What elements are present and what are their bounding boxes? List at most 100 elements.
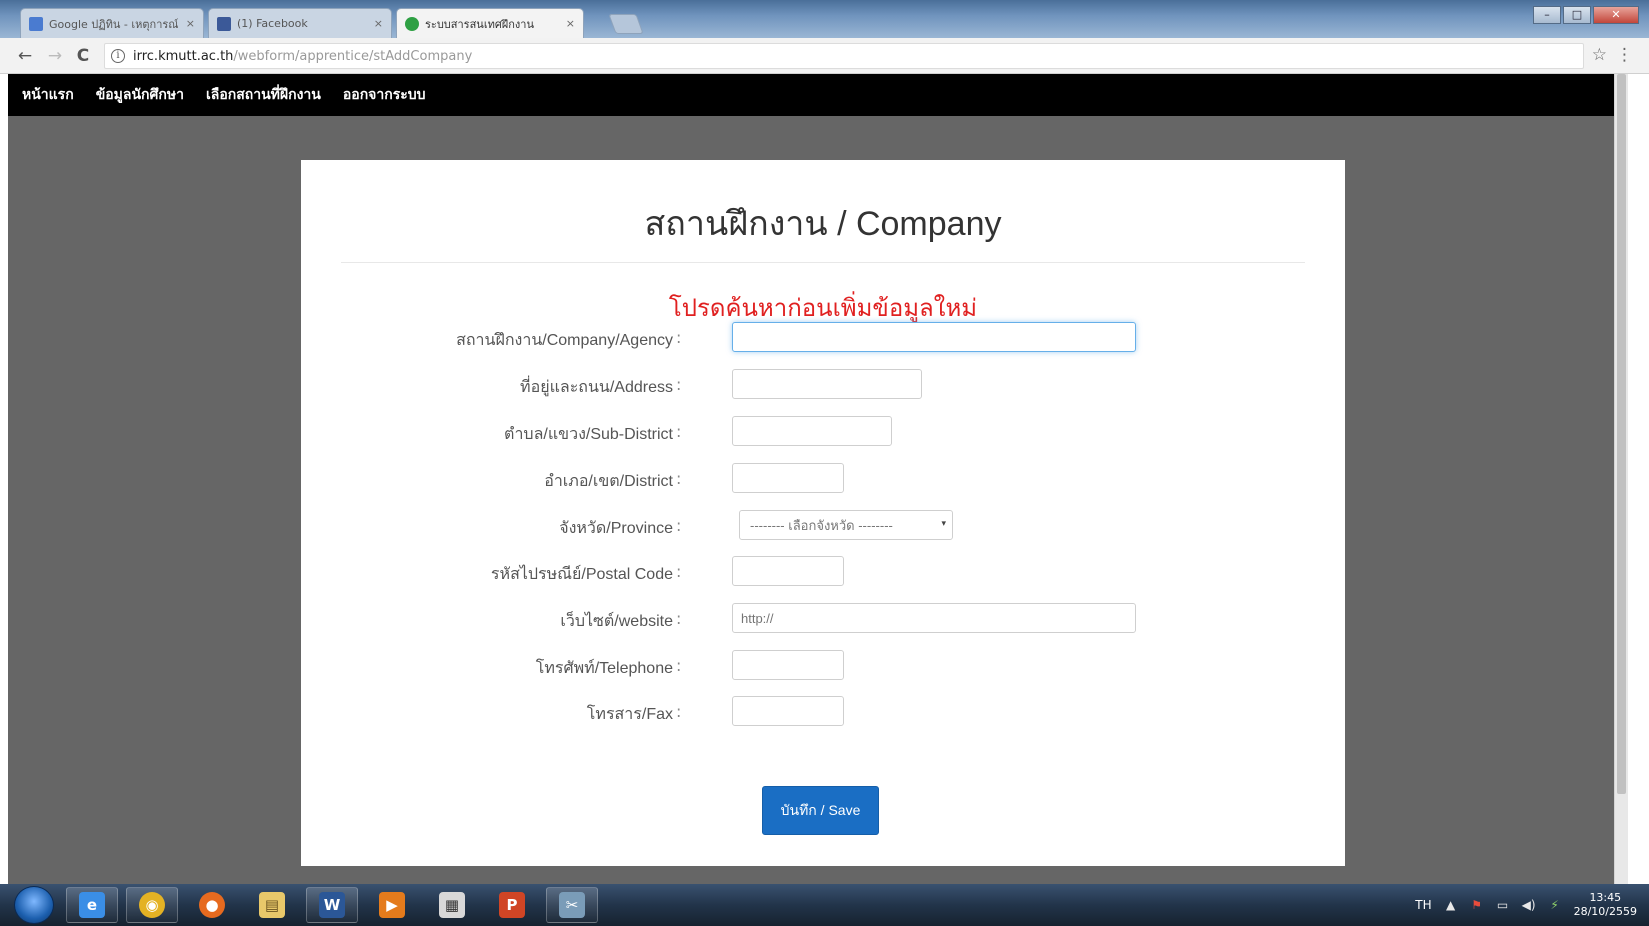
nav-logout-link[interactable]: ออกจากระบบ bbox=[343, 84, 426, 106]
form-row-telephone: โทรศัพท์/Telephone : bbox=[301, 650, 1345, 682]
company-input[interactable] bbox=[732, 322, 1136, 352]
province-label: จังหวัด/Province bbox=[559, 520, 673, 537]
scrollbar-thumb[interactable] bbox=[1617, 74, 1626, 794]
form-row-company: สถานฝึกงาน/Company/Agency : bbox=[301, 322, 1345, 354]
clock[interactable]: 13:45 28/10/2559 bbox=[1574, 891, 1637, 919]
colon: : bbox=[676, 609, 682, 628]
subdistrict-label: ตำบล/แขวง/Sub-District bbox=[504, 426, 673, 443]
tray-expand-icon[interactable]: ▲ bbox=[1444, 898, 1458, 912]
browser-tabstrip: Google ปฏิทิน - เหตุการณ์ × (1) Facebook… bbox=[0, 0, 1649, 38]
colon: : bbox=[676, 375, 682, 394]
folder-icon: ▤ bbox=[259, 892, 285, 918]
fax-input[interactable] bbox=[732, 696, 844, 726]
system-tray: TH ▲ ⚑ ▭ ◀) ⚡ 13:45 28/10/2559 bbox=[1415, 884, 1637, 926]
snipping-tool-icon: ✂ bbox=[559, 892, 585, 918]
media-player-icon: ▶ bbox=[379, 892, 405, 918]
site-navbar: หน้าแรก ข้อมูลนักศึกษา เลือกสถานที่ฝึกงา… bbox=[8, 74, 1628, 116]
form-row-subdistrict: ตำบล/แขวง/Sub-District : bbox=[301, 416, 1345, 448]
address-label: ที่อยู่และถนน/Address bbox=[520, 379, 673, 396]
browser-toolbar: ← → C i irrc.kmutt.ac.th /webform/appren… bbox=[0, 38, 1649, 74]
action-center-flag-icon[interactable]: ⚑ bbox=[1470, 898, 1484, 912]
taskbar-chrome[interactable]: ◉ bbox=[126, 887, 178, 923]
tab-close-icon[interactable]: × bbox=[374, 17, 383, 30]
taskbar: e ◉ ● ▤ W ▶ ▦ P ✂ TH ▲ ⚑ ▭ ◀) ⚡ 13:45 28… bbox=[0, 884, 1649, 926]
form-row-address: ที่อยู่และถนน/Address : bbox=[301, 369, 1345, 401]
tab-label: ระบบสารสนเทศฝึกงาน bbox=[425, 17, 534, 31]
telephone-input[interactable] bbox=[732, 650, 844, 680]
form-row-postal-code: รหัสไปรษณีย์/Postal Code : bbox=[301, 556, 1345, 588]
word-icon: W bbox=[319, 892, 345, 918]
taskbar-snipping-tool[interactable]: ✂ bbox=[546, 887, 598, 923]
page-scrollbar[interactable] bbox=[1614, 74, 1628, 884]
district-label: อำเภอ/เขต/District bbox=[544, 473, 673, 490]
calculator-icon: ▦ bbox=[439, 892, 465, 918]
province-select[interactable]: -------- เลือกจังหวัด -------- ▾ bbox=[739, 510, 953, 540]
nav-select-company-link[interactable]: เลือกสถานที่ฝึกงาน bbox=[206, 84, 321, 106]
tab-close-icon[interactable]: × bbox=[186, 17, 195, 30]
website-label: เว็บไซต์/website bbox=[560, 613, 673, 630]
browser-tab-calendar[interactable]: Google ปฏิทิน - เหตุการณ์ × bbox=[20, 8, 204, 38]
web-page: หน้าแรก ข้อมูลนักศึกษา เลือกสถานที่ฝึกงา… bbox=[8, 74, 1628, 884]
taskbar-firefox[interactable]: ● bbox=[186, 887, 238, 923]
browser-tab-active[interactable]: ระบบสารสนเทศฝึกงาน × bbox=[396, 8, 584, 38]
company-form-card: สถานฝึกงาน / Company โปรดค้นหาก่อนเพิ่มข… bbox=[301, 160, 1345, 866]
colon: : bbox=[676, 656, 682, 675]
colon: : bbox=[676, 702, 682, 721]
telephone-label: โทรศัพท์/Telephone bbox=[535, 660, 673, 677]
save-button[interactable]: บันทึก / Save bbox=[762, 786, 879, 835]
chevron-down-icon: ▾ bbox=[941, 518, 946, 528]
colon: : bbox=[676, 328, 682, 347]
page-title: สถานฝึกงาน / Company bbox=[644, 205, 1002, 243]
start-button[interactable] bbox=[14, 886, 54, 924]
address-bar[interactable]: i irrc.kmutt.ac.th /webform/apprentice/s… bbox=[104, 43, 1584, 69]
back-arrow-icon[interactable]: ← bbox=[14, 46, 36, 66]
powerpoint-icon: P bbox=[499, 892, 525, 918]
form-row-district: อำเภอ/เขต/District : bbox=[301, 463, 1345, 495]
forward-arrow-icon[interactable]: → bbox=[44, 46, 66, 66]
taskbar-calculator[interactable]: ▦ bbox=[426, 887, 478, 923]
info-icon[interactable]: i bbox=[111, 49, 125, 63]
postal-code-input[interactable] bbox=[732, 556, 844, 586]
fax-label: โทรสาร/Fax bbox=[586, 706, 673, 723]
screen: Google ปฏิทิน - เหตุการณ์ × (1) Facebook… bbox=[0, 0, 1649, 926]
reload-icon[interactable]: C bbox=[72, 46, 94, 66]
clock-date: 28/10/2559 bbox=[1573, 905, 1637, 918]
maximize-button[interactable]: □ bbox=[1563, 6, 1591, 24]
taskbar-media-player[interactable]: ▶ bbox=[366, 887, 418, 923]
new-tab-button[interactable] bbox=[608, 14, 644, 34]
language-indicator[interactable]: TH bbox=[1415, 898, 1431, 912]
power-icon[interactable]: ⚡ bbox=[1548, 898, 1562, 912]
taskbar-powerpoint[interactable]: P bbox=[486, 887, 538, 923]
url-path: /webform/apprentice/stAddCompany bbox=[233, 48, 473, 64]
window-controls: – □ ✕ bbox=[1533, 6, 1639, 24]
calendar-favicon-icon bbox=[29, 16, 43, 31]
taskbar-file-explorer[interactable]: ▤ bbox=[246, 887, 298, 923]
district-input[interactable] bbox=[732, 463, 844, 493]
internet-explorer-icon: e bbox=[79, 892, 105, 918]
colon: : bbox=[676, 422, 682, 441]
tab-close-icon[interactable]: × bbox=[566, 17, 575, 30]
taskbar-internet-explorer[interactable]: e bbox=[66, 887, 118, 923]
nav-student-info-link[interactable]: ข้อมูลนักศึกษา bbox=[96, 84, 184, 106]
subdistrict-input[interactable] bbox=[732, 416, 892, 446]
minimize-button[interactable]: – bbox=[1533, 6, 1561, 24]
browser-tab-facebook[interactable]: (1) Facebook × bbox=[208, 8, 392, 38]
address-input[interactable] bbox=[732, 369, 922, 399]
taskbar-word[interactable]: W bbox=[306, 887, 358, 923]
postal-code-label: รหัสไปรษณีย์/Postal Code bbox=[490, 566, 673, 583]
colon: : bbox=[676, 562, 682, 581]
colon: : bbox=[676, 516, 682, 535]
facebook-favicon-icon bbox=[217, 16, 231, 31]
network-icon[interactable]: ▭ bbox=[1496, 898, 1510, 912]
nav-home-link[interactable]: หน้าแรก bbox=[22, 84, 74, 106]
website-input[interactable] bbox=[732, 603, 1136, 633]
url-host: irrc.kmutt.ac.th bbox=[133, 48, 234, 64]
close-window-button[interactable]: ✕ bbox=[1593, 6, 1639, 24]
volume-icon[interactable]: ◀) bbox=[1522, 898, 1536, 912]
title-divider bbox=[341, 262, 1305, 263]
province-selected-value: -------- เลือกจังหวัด -------- bbox=[750, 517, 893, 533]
company-label: สถานฝึกงาน/Company/Agency bbox=[456, 332, 673, 349]
bookmark-star-icon[interactable]: ☆ bbox=[1592, 45, 1607, 65]
colon: : bbox=[676, 469, 682, 488]
browser-menu-icon[interactable]: ⋮ bbox=[1616, 45, 1633, 65]
